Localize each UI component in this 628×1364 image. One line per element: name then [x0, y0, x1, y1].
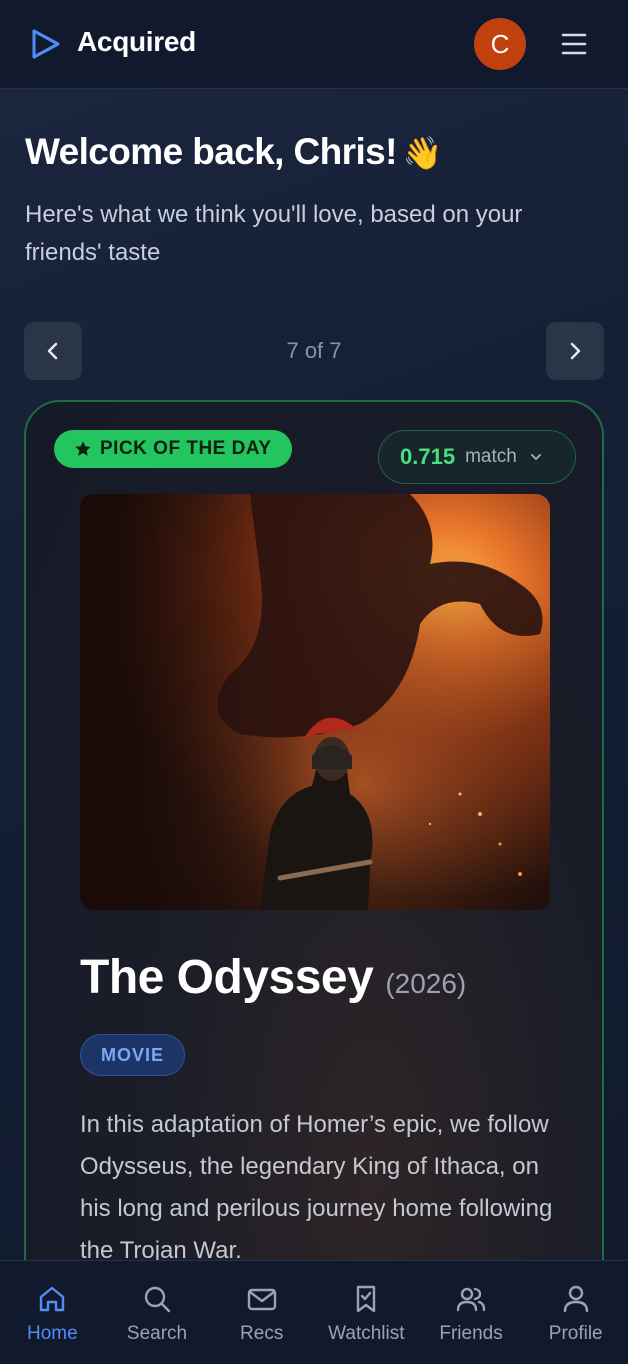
nav-item-search[interactable]: Search [105, 1261, 210, 1364]
next-button[interactable] [546, 322, 604, 380]
match-label: match [465, 446, 517, 467]
pager-count: 7 of 7 [286, 338, 342, 363]
chevron-down-icon [530, 454, 541, 460]
nav-label-search: Search [126, 1323, 188, 1344]
media-type-badge: MOVIE [80, 1034, 186, 1076]
movie-year: (2026) [385, 968, 467, 999]
match-score-dropdown[interactable]: 0.715 match [378, 430, 576, 484]
nav-label-friends: Friends [439, 1323, 503, 1344]
nav-label-recs: Recs [240, 1323, 284, 1344]
movie-title: The Odyssey [80, 951, 374, 1004]
search-icon [144, 1286, 171, 1313]
nav-item-friends[interactable]: Friends [419, 1261, 524, 1364]
wave-emoji-icon: 👋 [402, 135, 443, 171]
movie-description: In this adaptation of Homer’s epic, we f… [80, 1111, 553, 1264]
bottom-navigation: Home Search Recs Watchlist Friends Profi… [0, 1260, 628, 1364]
app-root: Acquired C Welcome back, Chris! 👋 Here's … [0, 0, 628, 1364]
top-header: Acquired C [0, 0, 628, 89]
star-icon [75, 441, 91, 456]
nav-label-watchlist: Watchlist [328, 1323, 405, 1344]
hamburger-icon[interactable] [560, 30, 588, 58]
nav-label-home: Home [26, 1323, 78, 1344]
movie-poster[interactable] [80, 494, 550, 910]
poster-image [80, 494, 550, 910]
bookmark-check-icon [357, 1285, 376, 1313]
nav-label-profile: Profile [548, 1323, 603, 1344]
users-icon [456, 1287, 486, 1312]
movie-title-row: The Odyssey (2026) [80, 950, 466, 1005]
nav-item-recs[interactable]: Recs [209, 1261, 314, 1364]
nav-item-watchlist[interactable]: Watchlist [314, 1261, 419, 1364]
welcome-heading: Welcome back, Chris! 👋 [25, 131, 443, 173]
pick-badge-label: PICK OF THE DAY [100, 438, 272, 459]
user-icon [563, 1285, 588, 1313]
brand-name[interactable]: Acquired [77, 26, 196, 58]
recommendation-card[interactable]: PICK OF THE DAY 0.715 match The Odyssey … [24, 400, 604, 1364]
mail-icon [247, 1288, 276, 1311]
nav-item-profile[interactable]: Profile [523, 1261, 628, 1364]
pick-of-the-day-badge: PICK OF THE DAY [54, 430, 292, 468]
match-score: 0.715 [400, 444, 456, 469]
chevron-right-icon [570, 342, 581, 360]
home-icon [40, 1286, 65, 1312]
play-outline-icon[interactable] [28, 27, 62, 61]
welcome-title: Welcome back, Chris! [25, 131, 397, 172]
welcome-subtitle: Here's what we think you'll love, based … [25, 201, 523, 266]
nav-item-home[interactable]: Home [0, 1261, 105, 1364]
avatar[interactable]: C [474, 18, 526, 70]
